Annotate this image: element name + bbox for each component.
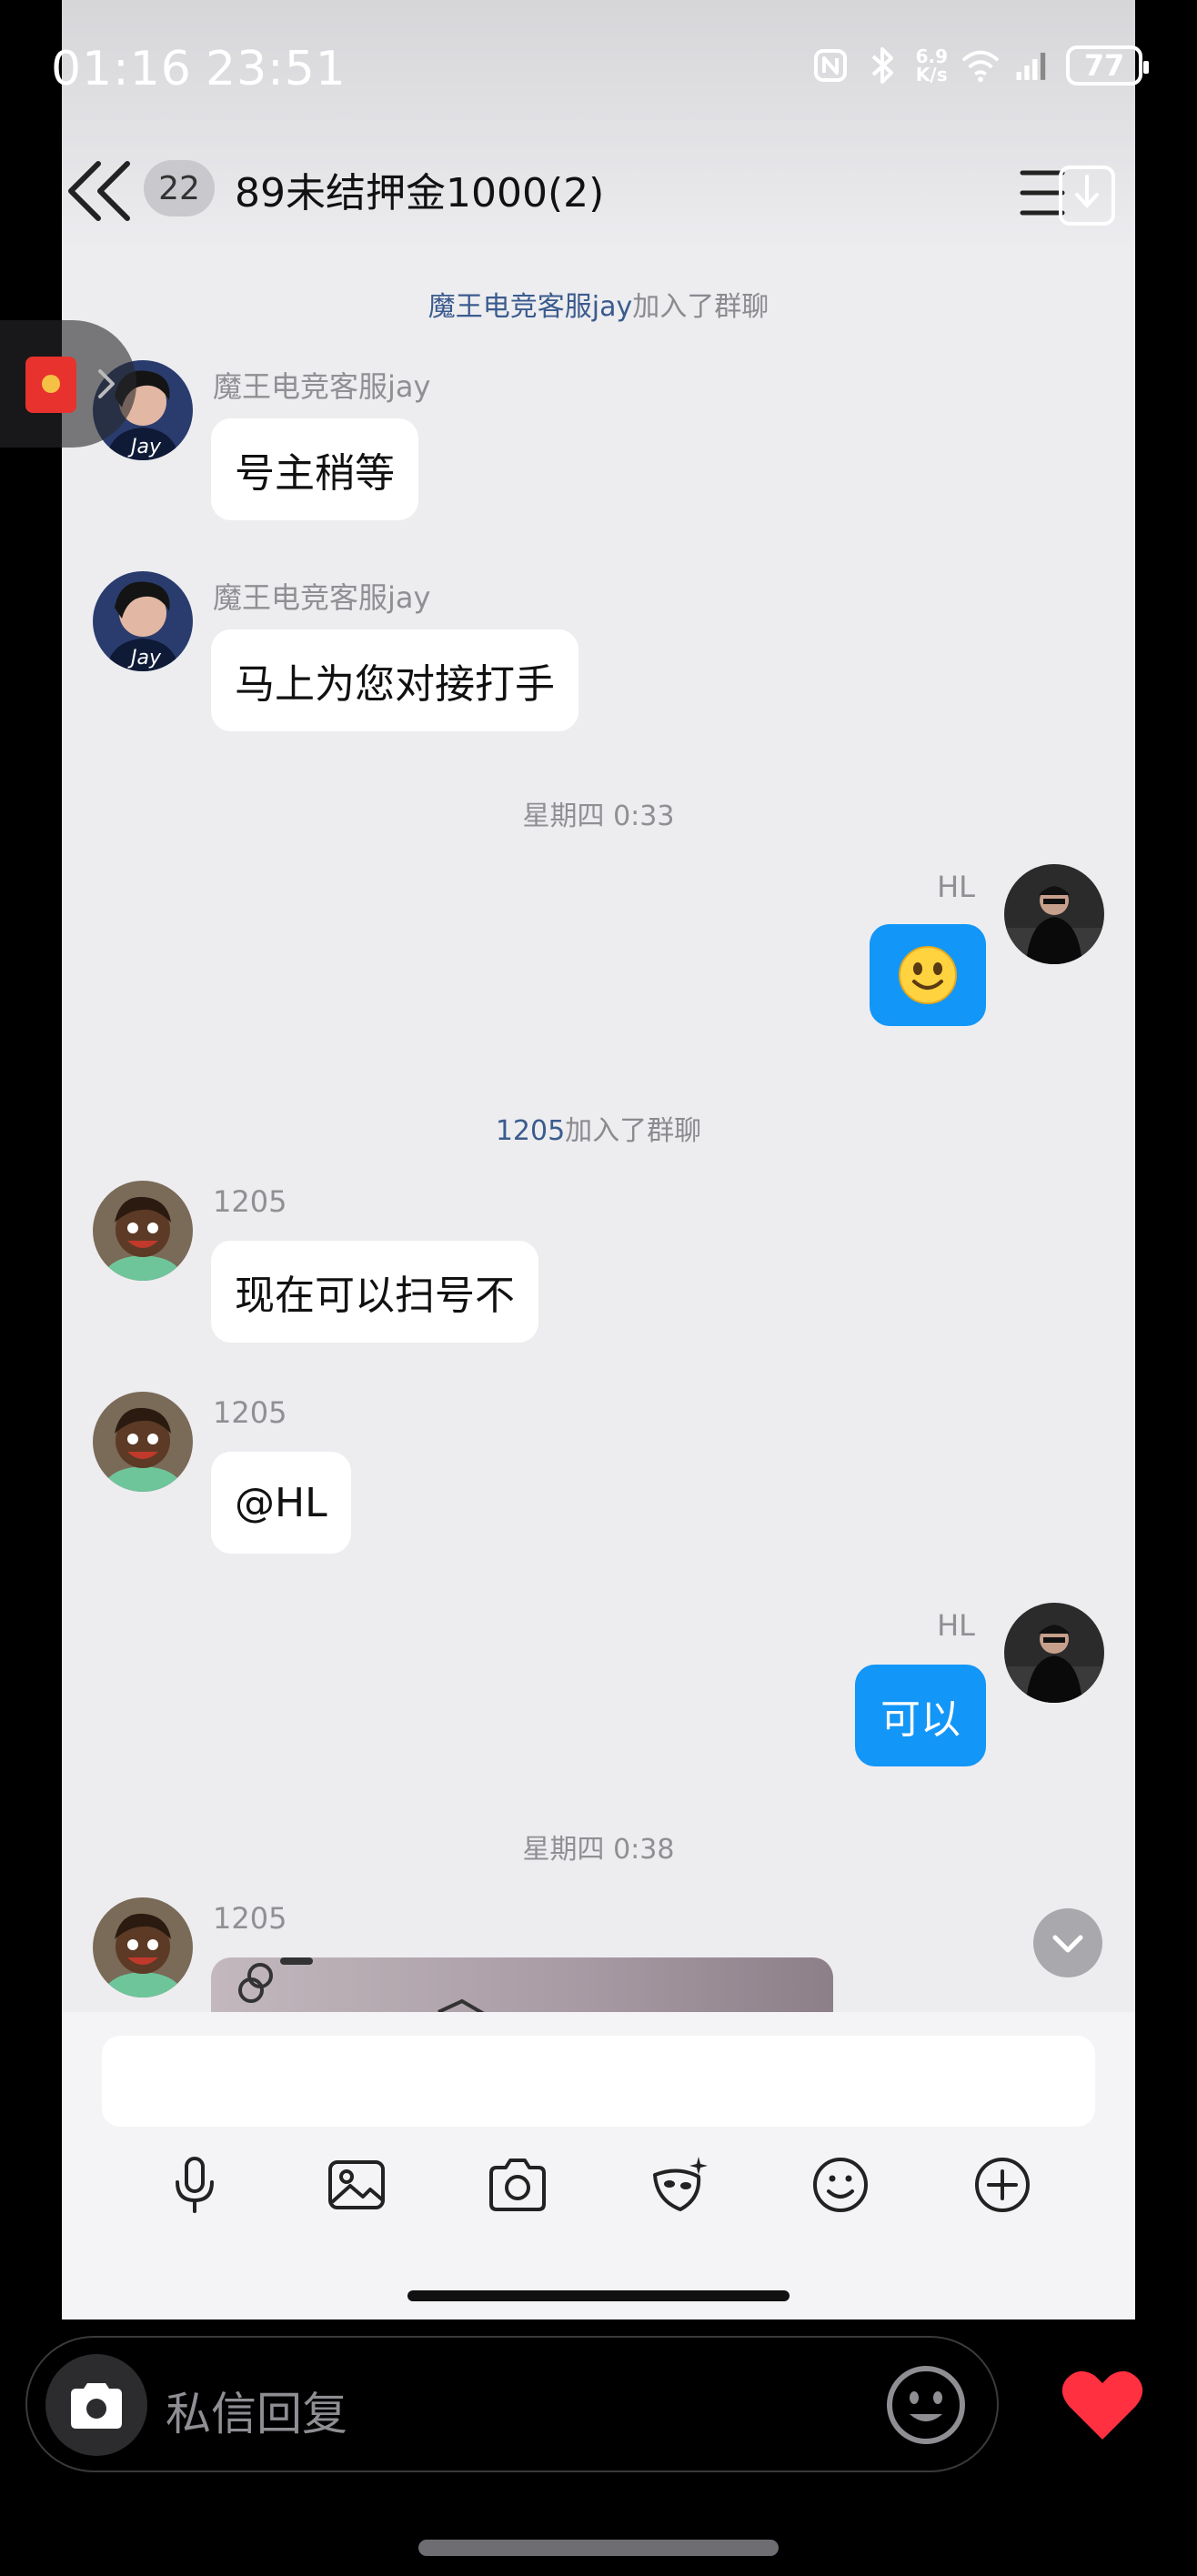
reply-bar[interactable]: 私信回复 bbox=[25, 2336, 999, 2472]
photo-button[interactable] bbox=[320, 2148, 393, 2221]
sender-name: 1205 bbox=[213, 1395, 287, 1430]
status-time-right: 23:51 bbox=[206, 42, 347, 96]
home-indicator bbox=[407, 2290, 790, 2301]
network-speed-value: 6.9 bbox=[915, 45, 948, 67]
message-bubble[interactable]: 号主稍等 bbox=[211, 418, 418, 520]
sender-name: HL bbox=[937, 870, 975, 904]
reply-emoji-button[interactable] bbox=[882, 2361, 970, 2449]
system-home-indicator bbox=[418, 2540, 779, 2556]
message-bubble[interactable]: 现在可以扫号不 bbox=[211, 1241, 538, 1343]
svg-text:Jay: Jay bbox=[127, 436, 162, 458]
avatar[interactable]: Jay bbox=[93, 571, 193, 671]
network-speed-unit: K/s bbox=[915, 64, 948, 86]
unread-count-badge: 22 bbox=[144, 160, 215, 216]
scroll-to-bottom-button[interactable] bbox=[1033, 1908, 1102, 1977]
more-button[interactable] bbox=[966, 2148, 1039, 2221]
system-message-name[interactable]: 魔王电竞客服jay bbox=[428, 291, 632, 323]
bluetooth-icon bbox=[863, 45, 903, 86]
like-button[interactable] bbox=[1057, 2360, 1148, 2450]
sender-name: 1205 bbox=[213, 1184, 287, 1219]
system-message-joined: 魔王电竞客服jay加入了群聊 bbox=[62, 284, 1135, 324]
reply-camera-button[interactable] bbox=[45, 2354, 147, 2456]
effects-button[interactable] bbox=[643, 2148, 716, 2221]
system-message-name[interactable]: 1205 bbox=[496, 1115, 565, 1147]
sender-name: 魔王电竞客服jay bbox=[213, 369, 431, 404]
message-bubble-outgoing[interactable]: 可以 bbox=[855, 1665, 986, 1766]
avatar[interactable] bbox=[93, 1392, 193, 1492]
time-separator: 星期四 0:38 bbox=[522, 1834, 675, 1866]
message-bubble[interactable]: @HL bbox=[211, 1452, 351, 1554]
status-time-left: 01:16 bbox=[51, 42, 192, 96]
reply-input-placeholder[interactable]: 私信回复 bbox=[166, 2378, 347, 2443]
wifi-icon bbox=[961, 45, 1001, 86]
time-separator: 星期四 0:33 bbox=[522, 800, 675, 832]
battery-indicator: 77 bbox=[1066, 45, 1149, 86]
chat-screenshot-panel: 22 89未结押金1000(2) 魔王电竞客服jay加入了群聊 Jay 魔王电竞… bbox=[62, 0, 1135, 2319]
plus-circle-icon bbox=[974, 2158, 1030, 2212]
sender-name: 魔王电竞客服jay bbox=[213, 580, 431, 615]
image-icon bbox=[327, 2160, 385, 2209]
sender-name: HL bbox=[937, 1608, 975, 1643]
svg-text:Jay: Jay bbox=[127, 647, 162, 669]
voice-button[interactable] bbox=[158, 2148, 231, 2221]
smile-emoji-icon bbox=[899, 946, 957, 1004]
message-bubble[interactable]: 马上为您对接打手 bbox=[211, 629, 578, 731]
chat-title: 89未结押金1000(2) bbox=[235, 170, 605, 216]
avatar[interactable] bbox=[93, 1897, 193, 1997]
microphone-icon bbox=[176, 2157, 214, 2213]
message-bubble-outgoing[interactable] bbox=[870, 924, 986, 1026]
message-input[interactable] bbox=[102, 2036, 1095, 2127]
red-envelope-icon bbox=[25, 357, 76, 413]
chat-header: 22 89未结押金1000(2) bbox=[62, 136, 1135, 242]
system-message-text: 加入了群聊 bbox=[565, 1115, 702, 1147]
floating-red-packet[interactable] bbox=[0, 320, 136, 448]
camera-button[interactable] bbox=[481, 2148, 554, 2221]
heart-icon bbox=[1061, 2370, 1143, 2440]
avatar[interactable] bbox=[1004, 1603, 1104, 1703]
chevron-left-icon bbox=[68, 161, 130, 221]
camera-icon bbox=[71, 2383, 122, 2429]
emoji-button[interactable] bbox=[804, 2148, 877, 2221]
system-message-text: 加入了群聊 bbox=[632, 291, 770, 323]
mask-sparkle-icon bbox=[652, 2157, 708, 2211]
chevron-down-icon bbox=[1052, 1935, 1083, 1953]
system-message-joined: 1205加入了群聊 bbox=[62, 1108, 1135, 1148]
input-toolbar bbox=[107, 2148, 1090, 2239]
sender-name: 1205 bbox=[213, 1901, 287, 1936]
avatar[interactable] bbox=[1004, 864, 1104, 964]
status-bar: 01:16 23:51 6.9 K/s 77 bbox=[0, 0, 1197, 146]
camera-icon bbox=[489, 2158, 547, 2211]
chat-input-area bbox=[62, 2012, 1135, 2319]
nfc-icon bbox=[810, 45, 850, 86]
back-button[interactable] bbox=[62, 155, 144, 227]
avatar[interactable] bbox=[93, 1181, 193, 1281]
smiley-icon bbox=[813, 2158, 869, 2212]
smiley-icon bbox=[887, 2366, 965, 2444]
status-icons: 6.9 K/s 77 bbox=[810, 45, 1149, 86]
chevron-right-icon bbox=[98, 369, 115, 398]
menu-button[interactable] bbox=[1017, 164, 1117, 227]
menu-icon bbox=[1020, 166, 1115, 226]
network-speed: 6.9 K/s bbox=[916, 47, 948, 84]
signal-icon bbox=[1013, 45, 1053, 86]
